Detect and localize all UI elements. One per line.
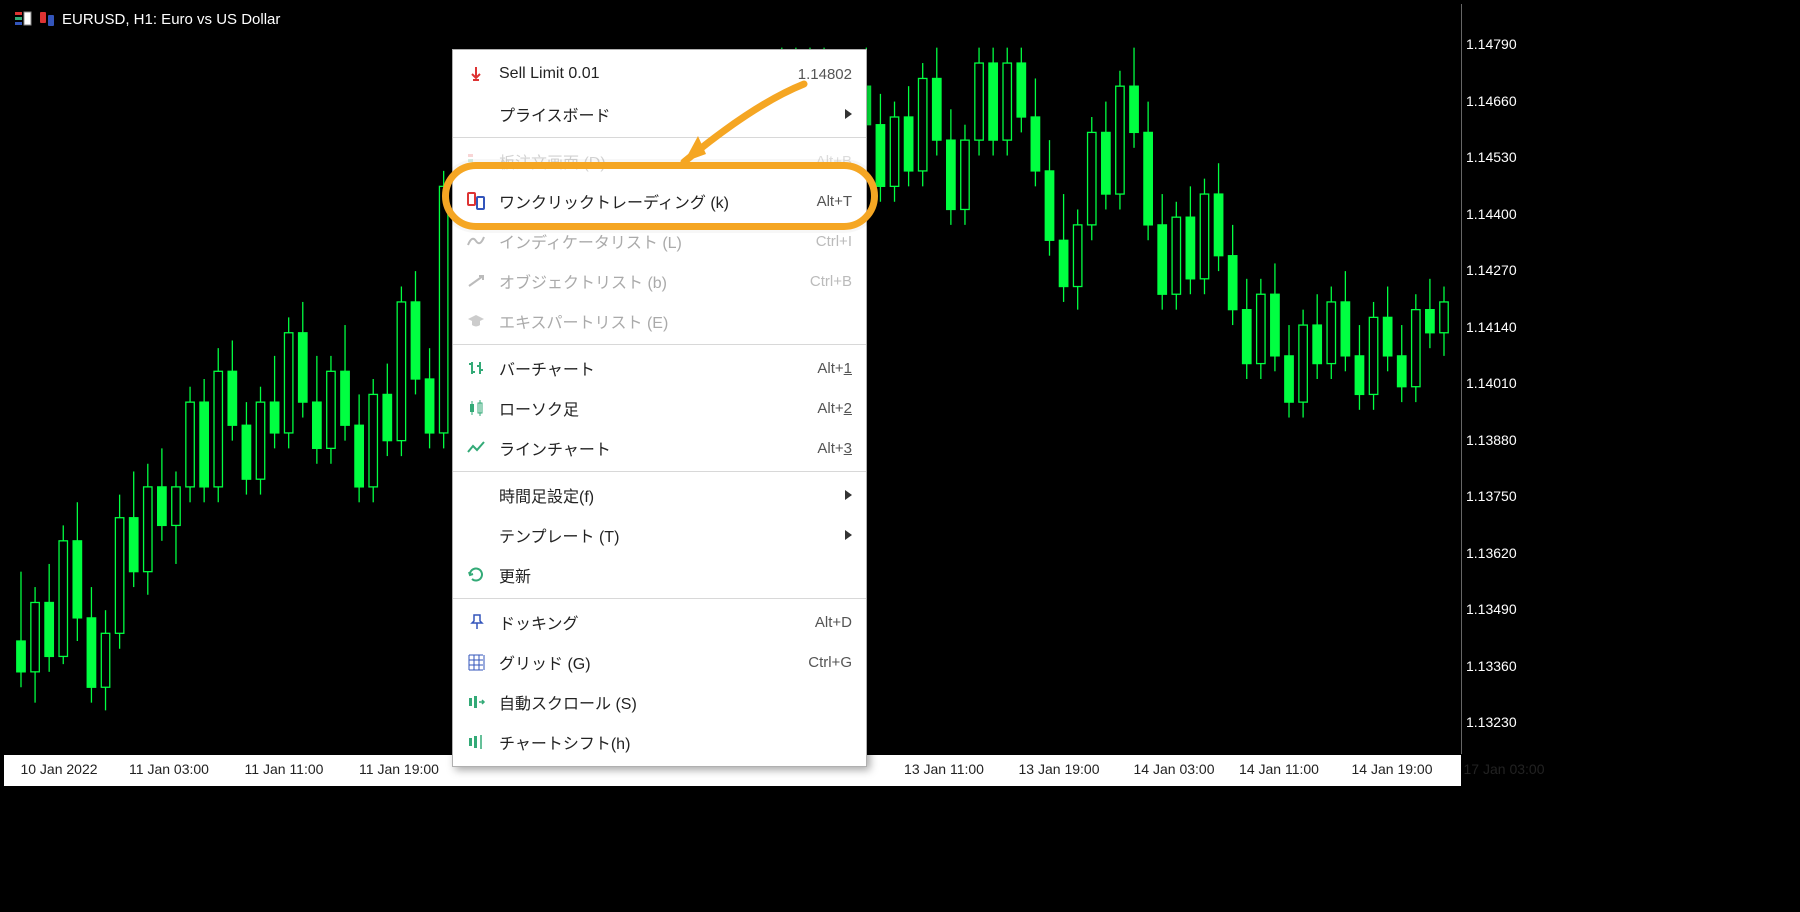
time-tick: 14 Jan 03:00: [1134, 761, 1215, 777]
menu-indicators: インディケータリスト (L) Ctrl+I: [453, 221, 866, 261]
menu-experts: エキスパートリスト (E): [453, 301, 866, 341]
autoscroll-icon: [463, 689, 489, 715]
menu-template[interactable]: テンプレート (T): [453, 515, 866, 555]
price-tick: 1.14010: [1462, 375, 1556, 391]
time-tick: 11 Jan 11:00: [245, 761, 324, 777]
chartshift-icon: [463, 729, 489, 755]
line-chart-icon: [463, 435, 489, 461]
grid-icon: [463, 649, 489, 675]
time-tick: 17 Jan 03:00: [1464, 761, 1545, 777]
indicator-icon: [463, 228, 489, 254]
menu-line-chart[interactable]: ラインチャート Alt+3: [453, 428, 866, 468]
chart-window[interactable]: EURUSD, H1: Euro vs US Dollar 1.147901.1…: [0, 0, 1560, 790]
time-tick: 11 Jan 03:00: [129, 761, 209, 777]
time-tick: 13 Jan 19:00: [1019, 761, 1100, 777]
time-tick: 11 Jan 19:00: [359, 761, 439, 777]
one-click-shortcut: Alt+T: [817, 193, 852, 210]
price-tick: 1.13490: [1462, 601, 1556, 617]
price-tick: 1.13360: [1462, 658, 1556, 674]
one-click-label: ワンクリックトレーディング (k): [499, 189, 817, 213]
menu-separator: [453, 471, 866, 472]
menu-timeframe[interactable]: 時間足設定(f): [453, 475, 866, 515]
price-tick: 1.14140: [1462, 319, 1556, 335]
menu-docking[interactable]: ドッキング Alt+D: [453, 602, 866, 642]
pin-icon: [463, 609, 489, 635]
one-click-icon: [38, 10, 56, 28]
time-tick: 14 Jan 19:00: [1352, 761, 1433, 777]
price-tick: 1.14790: [1462, 36, 1556, 52]
bar-chart-icon: [463, 355, 489, 381]
context-menu: Sell Limit 0.01 1.14802 プライスボード 板注文画面 (D…: [452, 49, 867, 767]
sell-limit-label: Sell Limit 0.01: [499, 65, 798, 83]
menu-separator: [453, 598, 866, 599]
price-tick: 1.14530: [1462, 149, 1556, 165]
graduation-icon: [463, 308, 489, 334]
menu-grid[interactable]: グリッド (G) Ctrl+G: [453, 642, 866, 682]
price-tick: 1.14270: [1462, 262, 1556, 278]
candle-icon: [463, 395, 489, 421]
price-tick: 1.13880: [1462, 432, 1556, 448]
menu-separator: [453, 137, 866, 138]
price-tick: 1.13620: [1462, 545, 1556, 561]
menu-candle-chart[interactable]: ローソク足 Alt+2: [453, 388, 866, 428]
time-tick: 14 Jan 11:00: [1239, 761, 1319, 777]
menu-separator: [453, 344, 866, 345]
menu-autoscroll[interactable]: 自動スクロール (S): [453, 682, 866, 722]
submenu-arrow-icon: [845, 490, 852, 500]
app-icon: [14, 10, 32, 28]
menu-bar-chart[interactable]: バーチャート Alt+1: [453, 348, 866, 388]
price-tick: 1.13750: [1462, 488, 1556, 504]
price-tick: 1.13230: [1462, 714, 1556, 730]
menu-sell-limit[interactable]: Sell Limit 0.01 1.14802: [453, 54, 866, 94]
time-tick: 13 Jan 11:00: [904, 761, 984, 777]
sell-arrow-icon: [463, 61, 489, 87]
price-axis: 1.14790 1.14660 1.14530 1.14400 1.14270 1.141…: [1461, 4, 1556, 754]
submenu-arrow-icon: [845, 109, 852, 119]
menu-refresh[interactable]: 更新: [453, 555, 866, 595]
menu-priceboard[interactable]: プライスボード: [453, 94, 866, 134]
refresh-icon: [463, 562, 489, 588]
chart-title: EURUSD, H1: Euro vs US Dollar: [62, 11, 280, 28]
time-tick: 10 Jan 2022: [20, 761, 97, 777]
menu-chartshift[interactable]: チャートシフト(h): [453, 722, 866, 762]
trend-icon: [463, 268, 489, 294]
price-tick: 1.14400: [1462, 206, 1556, 222]
one-click-icon: [463, 188, 489, 214]
menu-depth[interactable]: 板注文画面 (D) Alt+B: [453, 141, 866, 181]
menu-one-click-trading[interactable]: ワンクリックトレーディング (k) Alt+T: [453, 181, 866, 221]
menu-objects: オブジェクトリスト (b) Ctrl+B: [453, 261, 866, 301]
depth-icon: [463, 148, 489, 174]
priceboard-label: プライスボード: [499, 102, 845, 126]
price-tick: 1.14660: [1462, 93, 1556, 109]
shortcut-alt1: Alt+1: [817, 360, 852, 377]
submenu-arrow-icon: [845, 530, 852, 540]
sell-limit-price: 1.14802: [798, 66, 852, 83]
